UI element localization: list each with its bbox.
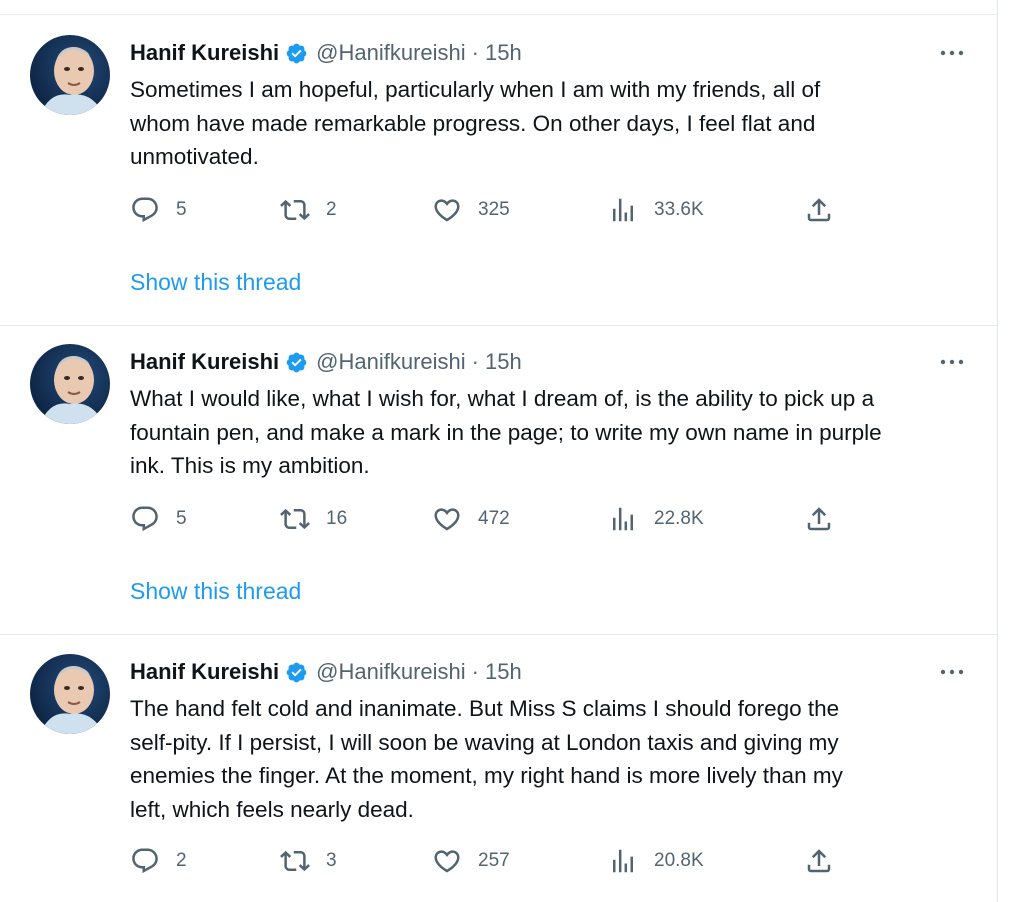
share-button[interactable] (804, 502, 834, 536)
reply-button[interactable]: 5 (130, 502, 187, 536)
views-button[interactable]: 20.8K (608, 844, 704, 878)
share-icon (804, 504, 834, 534)
share-icon (804, 195, 834, 225)
like-button[interactable]: 472 (432, 502, 510, 536)
tweet[interactable]: Hanif Kureishi @Hanifkureishi · 15h Some… (0, 14, 997, 326)
share-icon (804, 846, 834, 876)
author-handle[interactable]: @Hanifkureishi (316, 349, 466, 375)
author-handle[interactable]: @Hanifkureishi (316, 659, 466, 685)
retweet-button[interactable]: 16 (280, 502, 347, 536)
tweet-header: Hanif Kureishi @Hanifkureishi · 15h (130, 656, 522, 688)
tweet[interactable]: Hanif Kureishi @Hanifkureishi · 15h What… (0, 324, 997, 635)
reply-count: 2 (176, 850, 187, 871)
author-name[interactable]: Hanif Kureishi (130, 349, 279, 375)
more-options-icon[interactable] (937, 41, 967, 65)
tweet-header: Hanif Kureishi @Hanifkureishi · 15h (130, 346, 522, 378)
heart-icon (432, 504, 462, 534)
avatar[interactable] (30, 654, 110, 734)
like-count: 472 (478, 508, 510, 529)
verified-badge-icon (285, 351, 308, 374)
retweet-count: 3 (326, 850, 337, 871)
tweet-text: What I would like, what I wish for, what… (130, 386, 882, 478)
show-thread-link[interactable]: Show this thread (130, 269, 301, 296)
retweet-icon (280, 504, 310, 534)
reply-count: 5 (176, 199, 187, 220)
views-button[interactable]: 22.8K (608, 502, 704, 536)
tweet-text: The hand felt cold and inanimate. But Mi… (130, 696, 843, 822)
timestamp[interactable]: 15h (485, 659, 522, 685)
tweet-feed: Hanif Kureishi @Hanifkureishi · 15h Some… (0, 0, 998, 902)
like-button[interactable]: 325 (432, 193, 510, 227)
verified-badge-icon (285, 661, 308, 684)
reply-icon (130, 846, 160, 876)
reply-icon (130, 504, 160, 534)
heart-icon (432, 846, 462, 876)
retweet-count: 2 (326, 199, 337, 220)
tweet-header: Hanif Kureishi @Hanifkureishi · 15h (130, 37, 522, 69)
show-thread-link[interactable]: Show this thread (130, 578, 301, 605)
like-count: 325 (478, 199, 510, 220)
avatar[interactable] (30, 35, 110, 115)
views-count: 33.6K (654, 199, 704, 220)
views-icon (608, 846, 638, 876)
tweet-text: Sometimes I am hopeful, particularly whe… (130, 77, 821, 169)
like-count: 257 (478, 850, 510, 871)
heart-icon (432, 195, 462, 225)
retweet-icon (280, 195, 310, 225)
retweet-count: 16 (326, 508, 348, 529)
separator-dot: · (471, 659, 479, 684)
like-button[interactable]: 257 (432, 844, 510, 878)
tweet[interactable]: Hanif Kureishi @Hanifkureishi · 15h The … (0, 634, 997, 902)
retweet-button[interactable]: 3 (280, 844, 337, 878)
reply-count: 5 (176, 508, 187, 529)
author-handle[interactable]: @Hanifkureishi (316, 40, 466, 66)
share-button[interactable] (804, 193, 834, 227)
reply-button[interactable]: 2 (130, 844, 187, 878)
timestamp[interactable]: 15h (485, 40, 522, 66)
separator-dot: · (471, 349, 479, 374)
author-name[interactable]: Hanif Kureishi (130, 659, 279, 685)
retweet-button[interactable]: 2 (280, 193, 337, 227)
more-options-icon[interactable] (937, 350, 967, 374)
retweet-icon (280, 846, 310, 876)
tweet-actions: 2 3 257 20.8K (130, 844, 850, 878)
avatar[interactable] (30, 344, 110, 424)
separator-dot: · (471, 40, 479, 65)
timestamp[interactable]: 15h (485, 349, 522, 375)
author-name[interactable]: Hanif Kureishi (130, 40, 279, 66)
views-icon (608, 195, 638, 225)
tweet-actions: 5 2 325 33.6K (130, 193, 850, 227)
views-icon (608, 504, 638, 534)
verified-badge-icon (285, 42, 308, 65)
reply-icon (130, 195, 160, 225)
views-button[interactable]: 33.6K (608, 193, 704, 227)
views-count: 20.8K (654, 850, 704, 871)
share-button[interactable] (804, 844, 834, 878)
more-options-icon[interactable] (937, 660, 967, 684)
reply-button[interactable]: 5 (130, 193, 187, 227)
tweet-actions: 5 16 472 22.8K (130, 502, 850, 536)
views-count: 22.8K (654, 508, 704, 529)
